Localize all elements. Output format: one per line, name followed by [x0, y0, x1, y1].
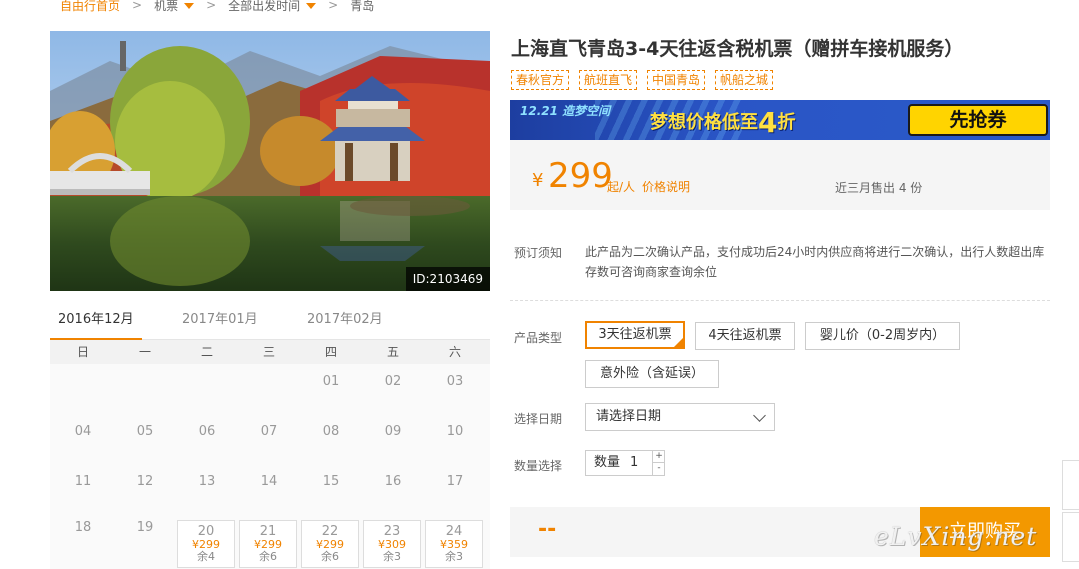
grab-coupon-button[interactable]: 先抢券: [908, 104, 1048, 136]
banner-event-name: 12.21 造梦空间: [520, 104, 611, 118]
calendar-day-available[interactable]: 23 ¥309 余3: [363, 520, 421, 568]
calendar-day: 02: [384, 374, 402, 389]
image-id-badge: ID:2103469: [405, 267, 490, 291]
calendar-day: 16: [384, 474, 402, 489]
price-amount: 299: [548, 156, 613, 196]
weekday-label: 五: [386, 345, 399, 359]
calendar-day-remaining: 余6: [321, 550, 339, 563]
weekday-label: 四: [324, 345, 337, 359]
departure-calendar: 日 一 二 三 四 五 六 01 02 03 04 05 06 07 08 09 10 11 12 13 14 15 16…: [50, 340, 490, 569]
calendar-day-number: 21: [259, 524, 277, 539]
breadcrumb-separator: >: [206, 0, 217, 12]
calendar-day: 19: [136, 520, 154, 535]
calendar-weekday-header: 日一二三四五六: [50, 340, 490, 364]
weekday-label: 三: [262, 345, 275, 359]
price-explain-link[interactable]: 价格说明: [642, 178, 690, 195]
calendar-day: 07: [260, 424, 278, 439]
product-tag: 帆船之城: [715, 70, 774, 90]
calendar-day-available[interactable]: 21 ¥299 余6: [239, 520, 297, 568]
breadcrumb-departure-dropdown[interactable]: 全部出发时间: [228, 0, 317, 14]
quantity-increase-button[interactable]: +: [652, 451, 665, 463]
site-watermark: eLvXing.net: [874, 522, 1038, 551]
notice-label: 预订须知: [514, 246, 563, 260]
calendar-day-remaining: 余3: [383, 550, 401, 563]
quantity-decrease-button[interactable]: -: [652, 463, 665, 475]
quantity-field-label: 数量: [594, 455, 621, 470]
landscape-illustration: [50, 31, 490, 291]
weekday-label: 日: [76, 345, 89, 359]
product-title: 上海直飞青岛3-4天往返含税机票（赠拼车接机服务）: [511, 38, 964, 60]
calendar-day: 13: [198, 474, 216, 489]
side-float-button[interactable]: [1062, 512, 1079, 562]
quantity-stepper: 数量 1 + -: [585, 450, 665, 476]
calendar-day: 12: [136, 474, 154, 489]
calendar-day: 09: [384, 424, 402, 439]
calendar-day-remaining: 余4: [197, 550, 215, 563]
weekday-label: 一: [138, 345, 151, 359]
product-option-insurance[interactable]: 意外险（含延误）: [585, 360, 719, 388]
promo-banner[interactable]: 12.21 造梦空间 梦想价格低至4折 先抢券: [510, 100, 1050, 140]
product-tags: 春秋官方 航班直飞 中国青岛 帆船之城: [511, 70, 783, 90]
calendar-day-remaining: 余6: [259, 550, 277, 563]
product-option-3day[interactable]: 3天往返机票: [585, 321, 685, 349]
price-panel: ¥ 299 起/人 价格说明 近三月售出 4 份: [510, 140, 1050, 210]
chevron-down-icon: [753, 409, 766, 422]
breadcrumb-destination: 青岛: [350, 0, 375, 13]
date-select-value: 请选择日期: [596, 409, 662, 424]
calendar-day-number: 20: [197, 524, 215, 539]
breadcrumb-separator: >: [132, 0, 143, 12]
calendar-day: 11: [74, 474, 92, 489]
calendar-day-available[interactable]: 22 ¥299 余6: [301, 520, 359, 568]
quantity-value[interactable]: 1: [630, 451, 638, 475]
weekday-label: 二: [200, 345, 213, 359]
calendar-day-remaining: 余3: [445, 550, 463, 563]
calendar-day-available[interactable]: 20 ¥299 余4: [177, 520, 235, 568]
calendar-day: 15: [322, 474, 340, 489]
calendar-month-tabs: 2016年12月 2017年01月 2017年02月: [50, 308, 490, 341]
calendar-day-number: 24: [445, 524, 463, 539]
divider: [510, 300, 1050, 301]
product-tag: 中国青岛: [647, 70, 706, 90]
caret-down-icon: [184, 3, 195, 9]
sales-count: 近三月售出 4 份: [835, 181, 923, 195]
date-select-dropdown[interactable]: 请选择日期: [585, 403, 775, 431]
calendar-day-available[interactable]: 24 ¥359 余3: [425, 520, 483, 568]
tab-month-2017-02[interactable]: 2017年02月: [307, 308, 383, 340]
calendar-day-number: 23: [383, 524, 401, 539]
calendar-day-number: 22: [321, 524, 339, 539]
product-tag: 春秋官方: [511, 70, 570, 90]
product-type-label: 产品类型: [514, 331, 563, 345]
calendar-day: 10: [446, 424, 464, 439]
calendar-day: 04: [74, 424, 92, 439]
banner-headline: 梦想价格低至4折: [650, 106, 796, 139]
product-photo: ID:2103469: [50, 31, 490, 291]
booking-notice-text: 此产品为二次确认产品，支付成功后24小时内供应商将进行二次确认，出行人数超出库存…: [585, 245, 1045, 279]
product-option-4day[interactable]: 4天往返机票: [695, 322, 795, 350]
side-float-button[interactable]: [1062, 460, 1079, 510]
breadcrumb-category-dropdown[interactable]: 机票: [154, 0, 195, 14]
product-option-infant[interactable]: 婴儿价（0-2周岁内）: [805, 322, 960, 350]
calendar-day: 08: [322, 424, 340, 439]
date-select-label: 选择日期: [514, 412, 563, 426]
caret-down-icon: [306, 3, 317, 9]
calendar-day: 01: [322, 374, 340, 389]
breadcrumb-separator: >: [328, 0, 339, 12]
calendar-day: 06: [198, 424, 216, 439]
price-unit: 起/人: [607, 180, 636, 194]
tab-month-2017-01[interactable]: 2017年01月: [182, 308, 258, 340]
calendar-day: 14: [260, 474, 278, 489]
weekday-label: 六: [448, 345, 461, 359]
quantity-label: 数量选择: [514, 459, 563, 473]
calendar-day: 18: [74, 520, 92, 535]
product-tag: 航班直飞: [579, 70, 638, 90]
tab-month-2016-12[interactable]: 2016年12月: [50, 308, 142, 341]
calendar-day: 05: [136, 424, 154, 439]
total-price: --: [538, 517, 557, 542]
price-currency: ¥: [532, 170, 544, 191]
calendar-day: 17: [446, 474, 464, 489]
breadcrumb: 自由行首页 > 机票 > 全部出发时间 > 青岛: [60, 0, 374, 13]
breadcrumb-home-link[interactable]: 自由行首页: [60, 0, 120, 14]
calendar-day: 03: [446, 374, 464, 389]
